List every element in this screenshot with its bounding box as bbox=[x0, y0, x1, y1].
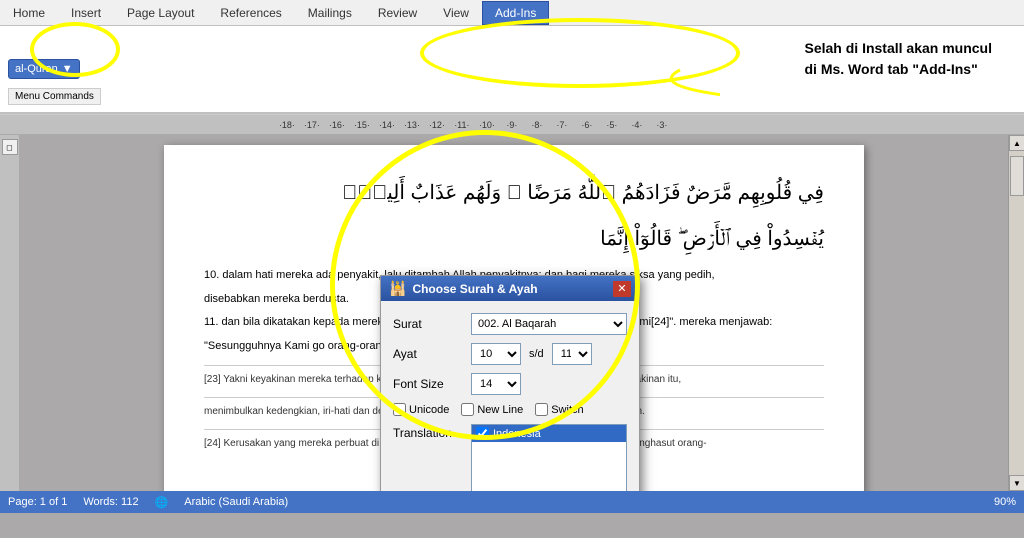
ayat-to-select[interactable]: 11 bbox=[552, 343, 592, 365]
status-language: 🌐 bbox=[155, 496, 169, 509]
tab-view[interactable]: View bbox=[430, 1, 482, 25]
status-bar: Page: 1 of 1 Words: 112 🌐 Arabic (Saudi … bbox=[0, 491, 1024, 513]
dialog-choose-surah: 🕌 Choose Surah & Ayah ✕ Surat 002. Al Ba… bbox=[380, 275, 640, 491]
status-right: 90% bbox=[994, 496, 1016, 508]
doc-area: فِي قُلُوبِهِم مَّرَضٌ فَزَادَهُمُ ٱللَّ… bbox=[20, 135, 1008, 491]
switch-label: Switch bbox=[551, 404, 583, 416]
tab-references[interactable]: References bbox=[207, 1, 294, 25]
fontsize-select[interactable]: 14 bbox=[471, 373, 521, 395]
tab-review[interactable]: Review bbox=[365, 1, 430, 25]
surat-select[interactable]: 002. Al Baqarah bbox=[471, 313, 627, 335]
status-words: Words: 112 bbox=[83, 496, 138, 508]
surat-label: Surat bbox=[393, 317, 463, 331]
tab-home[interactable]: Home bbox=[0, 1, 58, 25]
ayat-row: Ayat 10 s/d 11 bbox=[393, 343, 627, 365]
ruler-numbers: ·18· ·17· ·16· ·15· ·14· ·13· ·12· ·11· … bbox=[124, 120, 1024, 130]
tab-mailings[interactable]: Mailings bbox=[295, 1, 365, 25]
translation-item-label: Indonesia bbox=[493, 428, 541, 440]
translation-checkbox-indonesia[interactable] bbox=[476, 427, 489, 440]
scroll-thumb[interactable] bbox=[1010, 156, 1024, 196]
dialog-titlebar: 🕌 Choose Surah & Ayah ✕ bbox=[381, 276, 639, 301]
tab-bar: Home Insert Page Layout References Maili… bbox=[0, 0, 1024, 26]
status-language-text: Arabic (Saudi Arabia) bbox=[184, 496, 288, 508]
left-sidebar: ◻ bbox=[0, 135, 20, 491]
unicode-label: Unicode bbox=[409, 404, 449, 416]
arabic-text-2: يُفۡسِدُواْ فِي ٱلۡأَرۡضِ ۖ قَالُوٓاْ إِ… bbox=[204, 221, 824, 257]
quran-label: al-Quran bbox=[15, 63, 58, 75]
fontsize-row: Font Size 14 bbox=[393, 373, 627, 395]
sd-text: s/d bbox=[529, 348, 544, 360]
tab-page-layout[interactable]: Page Layout bbox=[114, 1, 207, 25]
menu-commands-label: Menu Commands bbox=[8, 88, 101, 105]
translation-item-indonesia[interactable]: Indonesia bbox=[472, 425, 626, 442]
quran-dropdown-arrow: ▼ bbox=[62, 63, 73, 75]
surat-row: Surat 002. Al Baqarah bbox=[393, 313, 627, 335]
unicode-checkbox-item: Unicode bbox=[393, 403, 449, 416]
checkbox-row: Unicode New Line Switch bbox=[393, 403, 627, 416]
unicode-checkbox[interactable] bbox=[393, 403, 406, 416]
translation-section: Translation Indonesia bbox=[393, 424, 627, 491]
newline-label: New Line bbox=[477, 404, 523, 416]
scroll-up-button[interactable]: ▲ bbox=[1009, 135, 1024, 151]
status-zoom: 90% bbox=[994, 496, 1016, 508]
main-layout: ◻ فِي قُلُوبِهِم مَّرَضٌ فَزَادَهُمُ ٱلل… bbox=[0, 135, 1024, 491]
fontsize-label: Font Size bbox=[393, 377, 463, 391]
scroll-track[interactable] bbox=[1009, 151, 1024, 475]
sidebar-icon-top[interactable]: ◻ bbox=[2, 139, 18, 155]
newline-checkbox[interactable] bbox=[461, 403, 474, 416]
dialog-icon: 🕌 bbox=[389, 280, 406, 297]
newline-checkbox-item: New Line bbox=[461, 403, 523, 416]
dialog-close-button[interactable]: ✕ bbox=[613, 281, 631, 297]
translation-listbox[interactable]: Indonesia bbox=[471, 424, 627, 491]
right-scrollbar: ▲ ▼ bbox=[1008, 135, 1024, 491]
ayat-label: Ayat bbox=[393, 347, 463, 361]
tab-insert[interactable]: Insert bbox=[58, 1, 114, 25]
arabic-text-1: فِي قُلُوبِهِم مَّرَضٌ فَزَادَهُمُ ٱللَّ… bbox=[204, 175, 824, 211]
dialog-title: Choose Surah & Ayah bbox=[412, 282, 537, 296]
ruler: ·18· ·17· ·16· ·15· ·14· ·13· ·12· ·11· … bbox=[0, 115, 1024, 135]
ribbon-content: al-Quran ▼ bbox=[0, 26, 1024, 114]
ribbon-area: Home Insert Page Layout References Maili… bbox=[0, 0, 1024, 115]
dialog-body: Surat 002. Al Baqarah Ayat 10 s/d 11 bbox=[381, 301, 639, 491]
scroll-down-button[interactable]: ▼ bbox=[1009, 475, 1024, 491]
ayat-from-select[interactable]: 10 bbox=[471, 343, 521, 365]
status-page: Page: 1 of 1 bbox=[8, 496, 67, 508]
switch-checkbox[interactable] bbox=[535, 403, 548, 416]
switch-checkbox-item: Switch bbox=[535, 403, 583, 416]
tab-addins[interactable]: Add-Ins bbox=[482, 1, 549, 25]
quran-dropdown[interactable]: al-Quran ▼ bbox=[8, 59, 80, 79]
translation-label: Translation bbox=[393, 424, 463, 440]
